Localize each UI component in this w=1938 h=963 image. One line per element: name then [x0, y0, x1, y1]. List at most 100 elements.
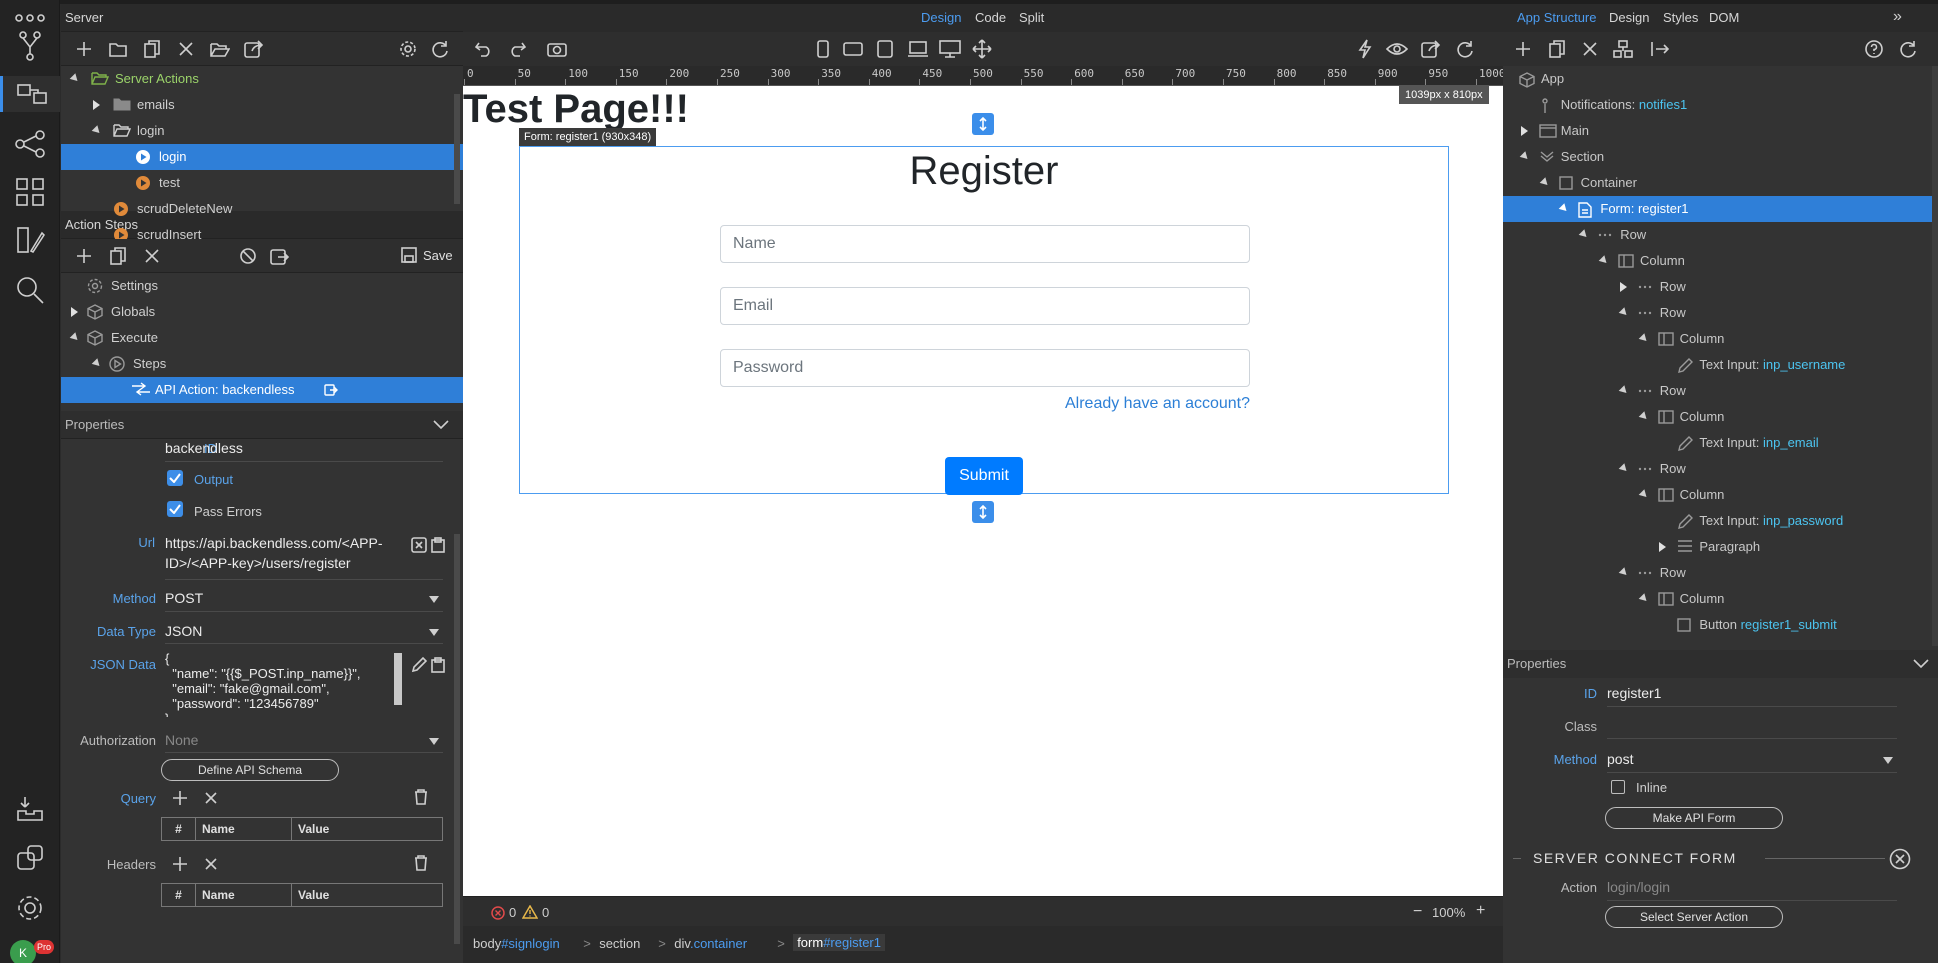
duplicate-icon[interactable] [135, 34, 169, 64]
headers-add-icon[interactable] [173, 857, 187, 871]
structure-delete-icon[interactable] [1583, 42, 1597, 56]
server-tree-item[interactable]: login [61, 144, 463, 170]
breadcrumb-item[interactable]: section [599, 936, 640, 951]
inbox-icon[interactable] [12, 790, 48, 826]
collapse-caret-icon[interactable] [1638, 411, 1649, 422]
export-icon[interactable] [1421, 40, 1441, 58]
structure-item[interactable]: Text Input: inp_password [1503, 508, 1935, 534]
json-clipboard-icon[interactable] [431, 657, 445, 673]
collapse-caret-icon[interactable] [1519, 151, 1531, 162]
expand-caret-icon[interactable] [1619, 282, 1627, 292]
save-button[interactable]: Save [401, 247, 453, 263]
collapse-caret-icon[interactable] [91, 125, 103, 136]
design-mode-tab[interactable]: Design [921, 10, 961, 25]
components-icon[interactable] [12, 174, 48, 210]
warning-icon[interactable] [522, 905, 538, 919]
inline-checkbox[interactable] [1611, 780, 1625, 794]
server-connect-icon[interactable] [0, 76, 60, 112]
structure-item[interactable]: Container [1503, 170, 1935, 196]
structure-item[interactable]: Column [1503, 248, 1935, 274]
action-step-item[interactable]: Steps [61, 351, 463, 377]
new-folder-icon[interactable] [101, 34, 135, 64]
select-server-action-button[interactable]: Select Server Action [1605, 906, 1783, 928]
expand-caret-icon[interactable] [1520, 126, 1528, 136]
remove-section-icon[interactable] [1889, 848, 1911, 870]
resize-top-handle[interactable] [972, 113, 994, 135]
collapse-caret-icon[interactable] [1618, 463, 1630, 474]
collapse-caret-icon[interactable] [1539, 177, 1550, 188]
preview-eye-icon[interactable] [1386, 41, 1408, 57]
form-id-value[interactable]: register1 [1607, 685, 1661, 701]
collapse-caret-icon[interactable] [69, 332, 81, 343]
settings-gear-icon[interactable] [12, 890, 48, 926]
structure-item[interactable]: Column [1503, 404, 1935, 430]
method-select[interactable]: POST [165, 590, 203, 606]
make-api-form-button[interactable]: Make API Form [1605, 807, 1783, 829]
lightning-icon[interactable] [1358, 39, 1372, 59]
collapse-caret-icon[interactable] [1638, 489, 1649, 500]
structure-item[interactable]: App [1503, 66, 1935, 92]
design-tools-icon[interactable] [12, 222, 48, 258]
query-remove-icon[interactable] [205, 792, 217, 804]
expand-caret-icon[interactable] [71, 307, 78, 317]
define-api-schema-button[interactable]: Define API Schema [161, 759, 339, 781]
id-value[interactable]: backendless [165, 440, 243, 456]
collapse-caret-icon[interactable] [1598, 255, 1610, 266]
open-folder-icon[interactable] [203, 34, 237, 64]
properties-scrollbar[interactable] [454, 534, 460, 944]
tree-scrollbar[interactable] [454, 94, 460, 204]
register-form[interactable]: Register Name Email Password Already hav… [519, 146, 1449, 495]
user-avatar[interactable]: K [10, 940, 36, 963]
collapse-caret-icon[interactable] [1618, 307, 1630, 318]
code-mode-tab[interactable]: Code [975, 10, 1006, 25]
json-scrollbar[interactable] [394, 653, 402, 705]
page-canvas[interactable]: Test Page!!! Form: register1 (930x348) R… [463, 86, 1503, 896]
clipboard-icon[interactable] [431, 537, 445, 553]
structure-item[interactable]: Row [1503, 222, 1935, 248]
data-type-select[interactable]: JSON [165, 623, 202, 639]
split-mode-tab[interactable]: Split [1019, 10, 1044, 25]
chevron-down-icon[interactable] [433, 420, 449, 430]
structure-item[interactable]: Text Input: inp_username [1503, 352, 1935, 378]
desktop-view-icon[interactable] [939, 40, 961, 58]
server-tree-item[interactable]: login [61, 118, 463, 144]
redo-icon[interactable] [508, 41, 526, 57]
breadcrumb-item[interactable]: form#register1 [793, 934, 885, 951]
headers-remove-icon[interactable] [205, 858, 217, 870]
refresh-icon[interactable] [423, 34, 457, 64]
page-title[interactable]: Test Page!!! [463, 86, 689, 132]
server-tree-item[interactable]: test [61, 170, 463, 196]
mobile-landscape-icon[interactable] [843, 42, 863, 56]
server-tree-item[interactable]: scrudDeleteNew [61, 196, 463, 222]
collapse-caret-icon[interactable] [1618, 385, 1630, 396]
structure-item[interactable]: Text Input: inp_email [1503, 430, 1935, 456]
laptop-view-icon[interactable] [907, 41, 929, 57]
right-chevron-down-icon[interactable] [1913, 659, 1929, 669]
structure-item[interactable]: Row [1503, 300, 1935, 326]
share-icon[interactable] [237, 34, 271, 64]
dynamic-data-icon[interactable] [411, 537, 427, 553]
delete-step-icon[interactable] [135, 241, 169, 271]
disable-icon[interactable] [231, 241, 265, 271]
add-icon[interactable] [67, 34, 101, 64]
tab-styles[interactable]: Styles [1663, 10, 1698, 25]
output-checkbox[interactable] [167, 470, 183, 486]
action-value[interactable]: login/login [1607, 879, 1670, 895]
tab-dom[interactable]: DOM [1709, 10, 1739, 25]
error-icon[interactable] [491, 906, 505, 920]
structure-add-icon[interactable] [1515, 41, 1531, 57]
headers-trash-icon[interactable] [414, 855, 428, 871]
structure-item[interactable]: Main [1503, 118, 1935, 144]
collapse-caret-icon[interactable] [1618, 567, 1630, 578]
expand-caret-icon[interactable] [93, 100, 100, 110]
help-icon[interactable] [1865, 40, 1883, 58]
pass-errors-checkbox[interactable] [167, 501, 183, 517]
structure-item[interactable]: Form: register1 [1503, 196, 1935, 222]
url-line-2[interactable]: ID>/<APP-key>/users/register [165, 555, 351, 571]
undo-icon[interactable] [475, 41, 493, 57]
settings-icon[interactable] [391, 34, 425, 64]
action-step-item[interactable]: Execute [61, 325, 463, 351]
edit-pencil-icon[interactable] [411, 657, 427, 673]
delete-icon[interactable] [169, 34, 203, 64]
query-add-icon[interactable] [173, 791, 187, 805]
